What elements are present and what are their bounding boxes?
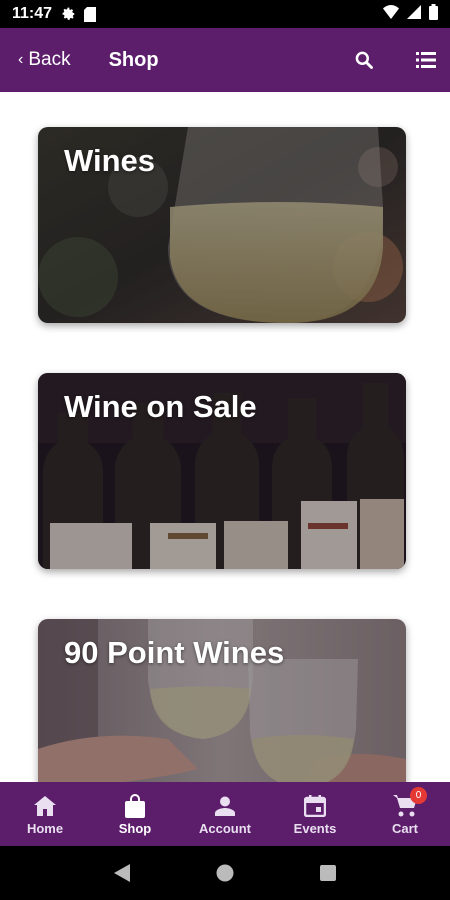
signal-icon <box>407 4 421 24</box>
battery-icon <box>429 3 438 25</box>
category-card-90-point-wines[interactable]: 90 Point Wines <box>38 619 406 782</box>
nav-label: Shop <box>118 820 152 836</box>
cart-count-badge: 0 <box>410 786 427 804</box>
category-label: Wine on Sale <box>64 389 257 424</box>
chevron-left-icon: ‹ <box>18 51 24 68</box>
page-title: Shop <box>108 48 159 71</box>
home-icon <box>32 793 58 819</box>
category-label: Wines <box>64 143 156 178</box>
nav-item-events[interactable]: Events <box>270 793 360 836</box>
status-time: 11:47 <box>12 5 53 22</box>
category-list: Wines Wine on Sale 90 Point Wines <box>0 92 450 782</box>
nav-label: Events <box>293 820 337 836</box>
shopping-bag-icon <box>122 793 148 819</box>
nav-label: Account <box>199 820 251 836</box>
nav-item-cart[interactable]: 0 Cart <box>360 786 450 836</box>
category-label: 90 Point Wines <box>64 635 285 670</box>
app-bar: ‹ Back Shop <box>0 28 450 92</box>
system-nav-bar <box>0 846 450 900</box>
nav-label: Home <box>26 820 64 836</box>
calendar-icon <box>302 793 328 819</box>
status-bar: 11:47 <box>0 0 450 28</box>
search-icon[interactable] <box>352 48 376 72</box>
list-icon[interactable] <box>414 48 438 72</box>
recents-square-icon[interactable] <box>313 858 343 888</box>
nav-item-shop[interactable]: Shop <box>90 793 180 836</box>
nav-label: Cart <box>391 820 418 836</box>
wifi-icon <box>383 4 399 24</box>
back-button[interactable]: ‹ Back <box>18 49 71 71</box>
account-icon <box>212 793 238 819</box>
bottom-nav: Home Shop Account Events 0 Cart <box>0 782 450 846</box>
nav-item-home[interactable]: Home <box>0 793 90 836</box>
nav-item-account[interactable]: Account <box>180 793 270 836</box>
home-circle-icon[interactable] <box>210 858 240 888</box>
back-label: Back <box>28 49 71 70</box>
category-card-wine-on-sale[interactable]: Wine on Sale <box>38 373 406 569</box>
gear-icon <box>62 7 76 21</box>
back-triangle-icon[interactable] <box>107 858 137 888</box>
sd-card-icon <box>84 6 97 22</box>
category-card-wines[interactable]: Wines <box>38 127 406 323</box>
